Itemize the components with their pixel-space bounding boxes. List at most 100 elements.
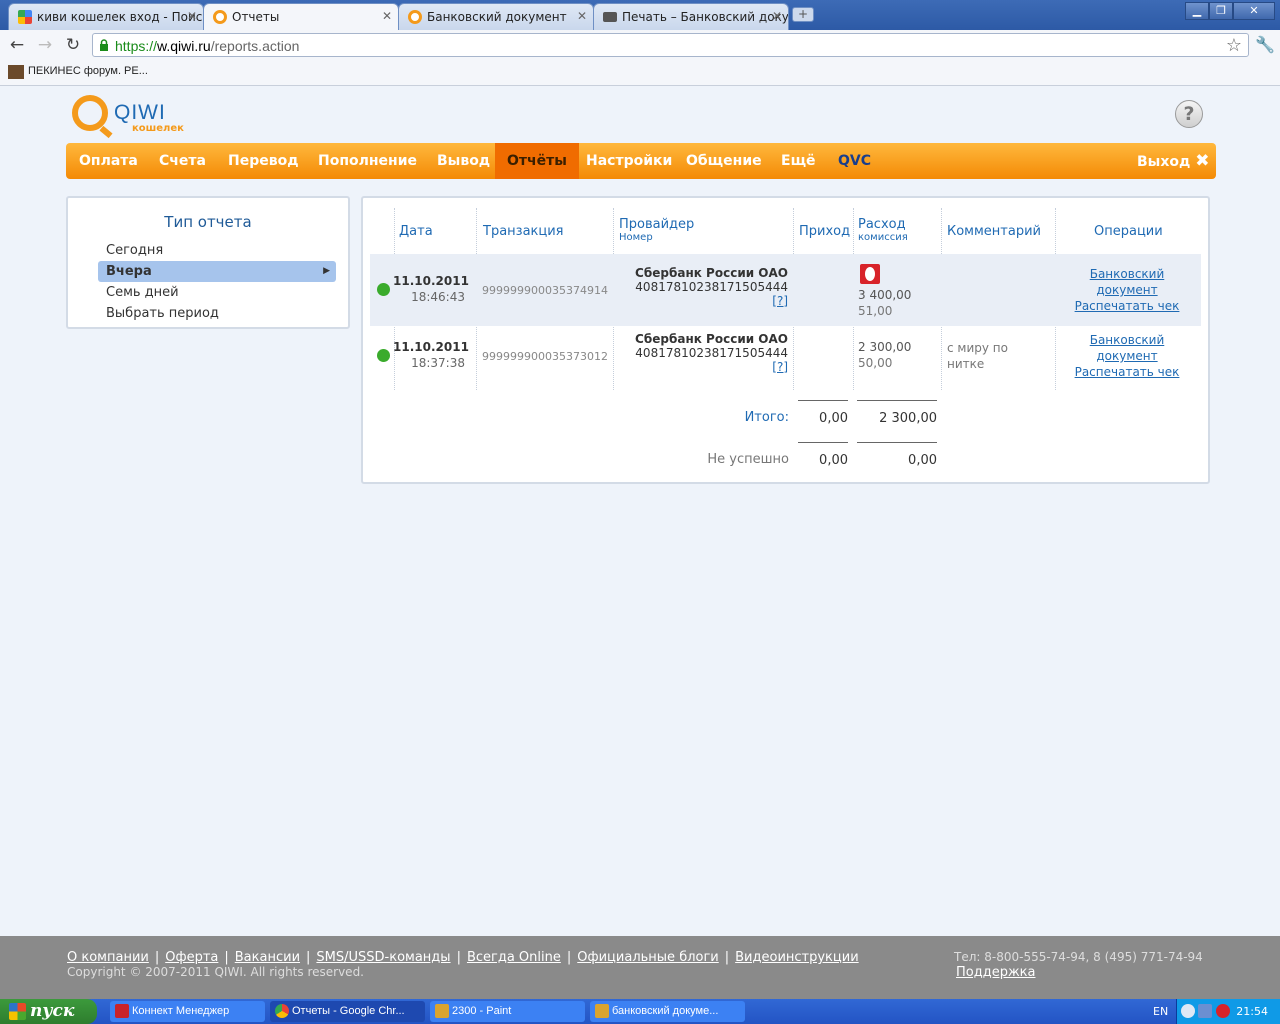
minimize-button[interactable]: ▁ (1185, 2, 1209, 20)
taskbar-item-chrome[interactable]: Отчеты - Google Chr... (270, 1001, 425, 1022)
forward-arrow-icon[interactable]: → (35, 35, 55, 55)
tab-reports[interactable]: Отчеты ✕ (203, 3, 399, 31)
footer-link-vacancies[interactable]: Вакансии (235, 950, 300, 965)
failed-label: Не успешно (707, 452, 789, 467)
browser-toolbar: ← → ↻ https://w.qiwi.ru/reports.action ☆ (0, 30, 1280, 60)
print-icon (603, 12, 617, 22)
tab-google-search[interactable]: киви кошелек вход - Поиск в ✕ (8, 3, 204, 30)
taskbar-item-paint-document[interactable]: банковский докуме... (590, 1001, 745, 1022)
header-income: Приход (799, 224, 851, 239)
tab-label: Печать – Банковский докуме (622, 10, 789, 24)
taskbar-item-paint[interactable]: 2300 - Paint (430, 1001, 585, 1022)
info-link[interactable]: [?] (772, 294, 788, 308)
support-link[interactable]: Поддержка (956, 965, 1036, 980)
bookmark-favicon-icon (8, 65, 24, 79)
copyright: Copyright © 2007-2011 QIWI. All rights r… (67, 965, 364, 979)
connect-manager-icon (115, 1004, 129, 1018)
lock-icon (100, 39, 108, 51)
header-provider: Провайдер Номер (619, 217, 695, 243)
antivirus-icon[interactable] (1216, 1004, 1230, 1018)
footer-link-videos[interactable]: Видеоинструкции (735, 950, 859, 965)
footer-link-blogs[interactable]: Официальные блоги (577, 950, 718, 965)
menu-item-reports[interactable]: Отчёты (495, 143, 579, 179)
main-menu: Оплата Счета Перевод Пополнение Вывод От… (66, 143, 1216, 179)
menu-item-payment[interactable]: Оплата (79, 143, 138, 179)
bank-document-link[interactable]: Банковский документ (1090, 333, 1165, 363)
close-icon: ✖ (1195, 151, 1210, 171)
row-provider: Сбербанк России ОАО 40817810238171505444… (635, 332, 788, 374)
taskbar-item-connect-manager[interactable]: Коннект Менеджер (110, 1001, 265, 1022)
chrome-icon (275, 1004, 289, 1018)
start-button[interactable]: пуск (0, 999, 97, 1024)
tray-expand-icon[interactable] (1181, 1004, 1195, 1018)
report-option-period[interactable]: Выбрать период (98, 303, 336, 324)
total-divider (857, 400, 937, 401)
browser-tab-strip: киви кошелек вход - Поиск в ✕ Отчеты ✕ Б… (0, 0, 1280, 31)
mts-logo-icon (860, 264, 880, 284)
report-option-seven-days[interactable]: Семь дней (98, 282, 336, 303)
windows-logo-icon (9, 1003, 26, 1020)
menu-item-accounts[interactable]: Счета (159, 143, 206, 179)
menu-item-transfer[interactable]: Перевод (228, 143, 299, 179)
maximize-button[interactable]: ❐ (1209, 2, 1233, 20)
row-comment (947, 274, 1047, 290)
new-tab-button[interactable]: + (792, 7, 814, 22)
reload-icon[interactable]: ↻ (63, 35, 83, 55)
footer-link-online[interactable]: Всегда Online (467, 950, 561, 965)
qiwi-logo[interactable]: QIWI кошелек (72, 95, 184, 135)
paint-icon (595, 1004, 609, 1018)
menu-item-qvc[interactable]: QVC (838, 143, 871, 179)
report-option-today[interactable]: Сегодня (98, 240, 336, 261)
row-transaction: 999999900035373012 (482, 350, 608, 363)
header-comment: Комментарий (947, 224, 1041, 239)
network-icon[interactable] (1198, 1004, 1212, 1018)
menu-item-withdraw[interactable]: Вывод (437, 143, 490, 179)
close-icon[interactable]: ✕ (187, 9, 197, 23)
close-icon[interactable]: ✕ (772, 9, 782, 23)
tab-bank-document[interactable]: Банковский документ ✕ (398, 3, 594, 30)
row-commission: 51,00 (858, 304, 893, 318)
report-option-yesterday[interactable]: Вчера ▶ (98, 261, 336, 282)
menu-item-more[interactable]: Ещё (781, 143, 816, 179)
report-type-panel: Тип отчета Сегодня Вчера ▶ Семь дней Выб… (66, 196, 350, 329)
footer-link-about[interactable]: О компании (67, 950, 149, 965)
info-link[interactable]: [?] (772, 360, 788, 374)
print-receipt-link[interactable]: Распечатать чек (1075, 365, 1180, 379)
failed-expense: 0,00 (908, 453, 937, 468)
contact-phones: Тел: 8-800-555-74-94, 8 (495) 771-74-94 (954, 950, 1203, 964)
reports-table: Дата Транзакция Провайдер Номер Приход Р… (361, 196, 1210, 484)
url-text: https://w.qiwi.ru/reports.action (115, 38, 300, 54)
tab-label: Отчеты (232, 10, 280, 24)
tab-print[interactable]: Печать – Банковский докуме ✕ (593, 3, 789, 30)
header-operations: Операции (1094, 224, 1163, 239)
google-icon (18, 10, 32, 24)
header-expense: Расход комиссия (858, 217, 908, 243)
footer-link-offer[interactable]: Оферта (165, 950, 218, 965)
system-tray: 21:54 (1176, 999, 1280, 1024)
row-provider: Сбербанк России ОАО 40817810238171505444… (635, 266, 788, 308)
qiwi-logo-icon (72, 95, 108, 131)
bookmarks-bar: ПЕКИНЕС форум. РЕ... (0, 60, 1280, 86)
row-expense: 3 400,00 (858, 288, 912, 302)
address-bar[interactable]: https://w.qiwi.ru/reports.action ☆ (92, 33, 1249, 57)
back-arrow-icon[interactable]: ← (7, 35, 27, 55)
footer-link-sms[interactable]: SMS/USSD-команды (316, 950, 450, 965)
menu-item-communication[interactable]: Общение (686, 143, 762, 179)
exit-button[interactable]: Выход ✖ (1137, 143, 1210, 179)
print-receipt-link[interactable]: Распечатать чек (1075, 299, 1180, 313)
qiwi-icon (408, 10, 422, 24)
row-operations: Банковский документ Распечатать чек (1063, 266, 1191, 314)
wrench-icon[interactable]: 🔧 (1255, 35, 1275, 54)
language-indicator[interactable]: EN (1153, 1005, 1168, 1018)
help-button[interactable]: ? (1175, 100, 1203, 128)
window-close-button[interactable]: ✕ (1233, 2, 1275, 20)
failed-income: 0,00 (819, 453, 848, 468)
menu-item-topup[interactable]: Пополнение (318, 143, 417, 179)
close-icon[interactable]: ✕ (382, 9, 392, 23)
bookmark-star-icon[interactable]: ☆ (1226, 35, 1242, 56)
row-operations: Банковский документ Распечатать чек (1063, 332, 1191, 380)
bank-document-link[interactable]: Банковский документ (1090, 267, 1165, 297)
close-icon[interactable]: ✕ (577, 9, 587, 23)
bookmark-item[interactable]: ПЕКИНЕС форум. РЕ... (8, 65, 148, 79)
menu-item-settings[interactable]: Настройки (586, 143, 672, 179)
